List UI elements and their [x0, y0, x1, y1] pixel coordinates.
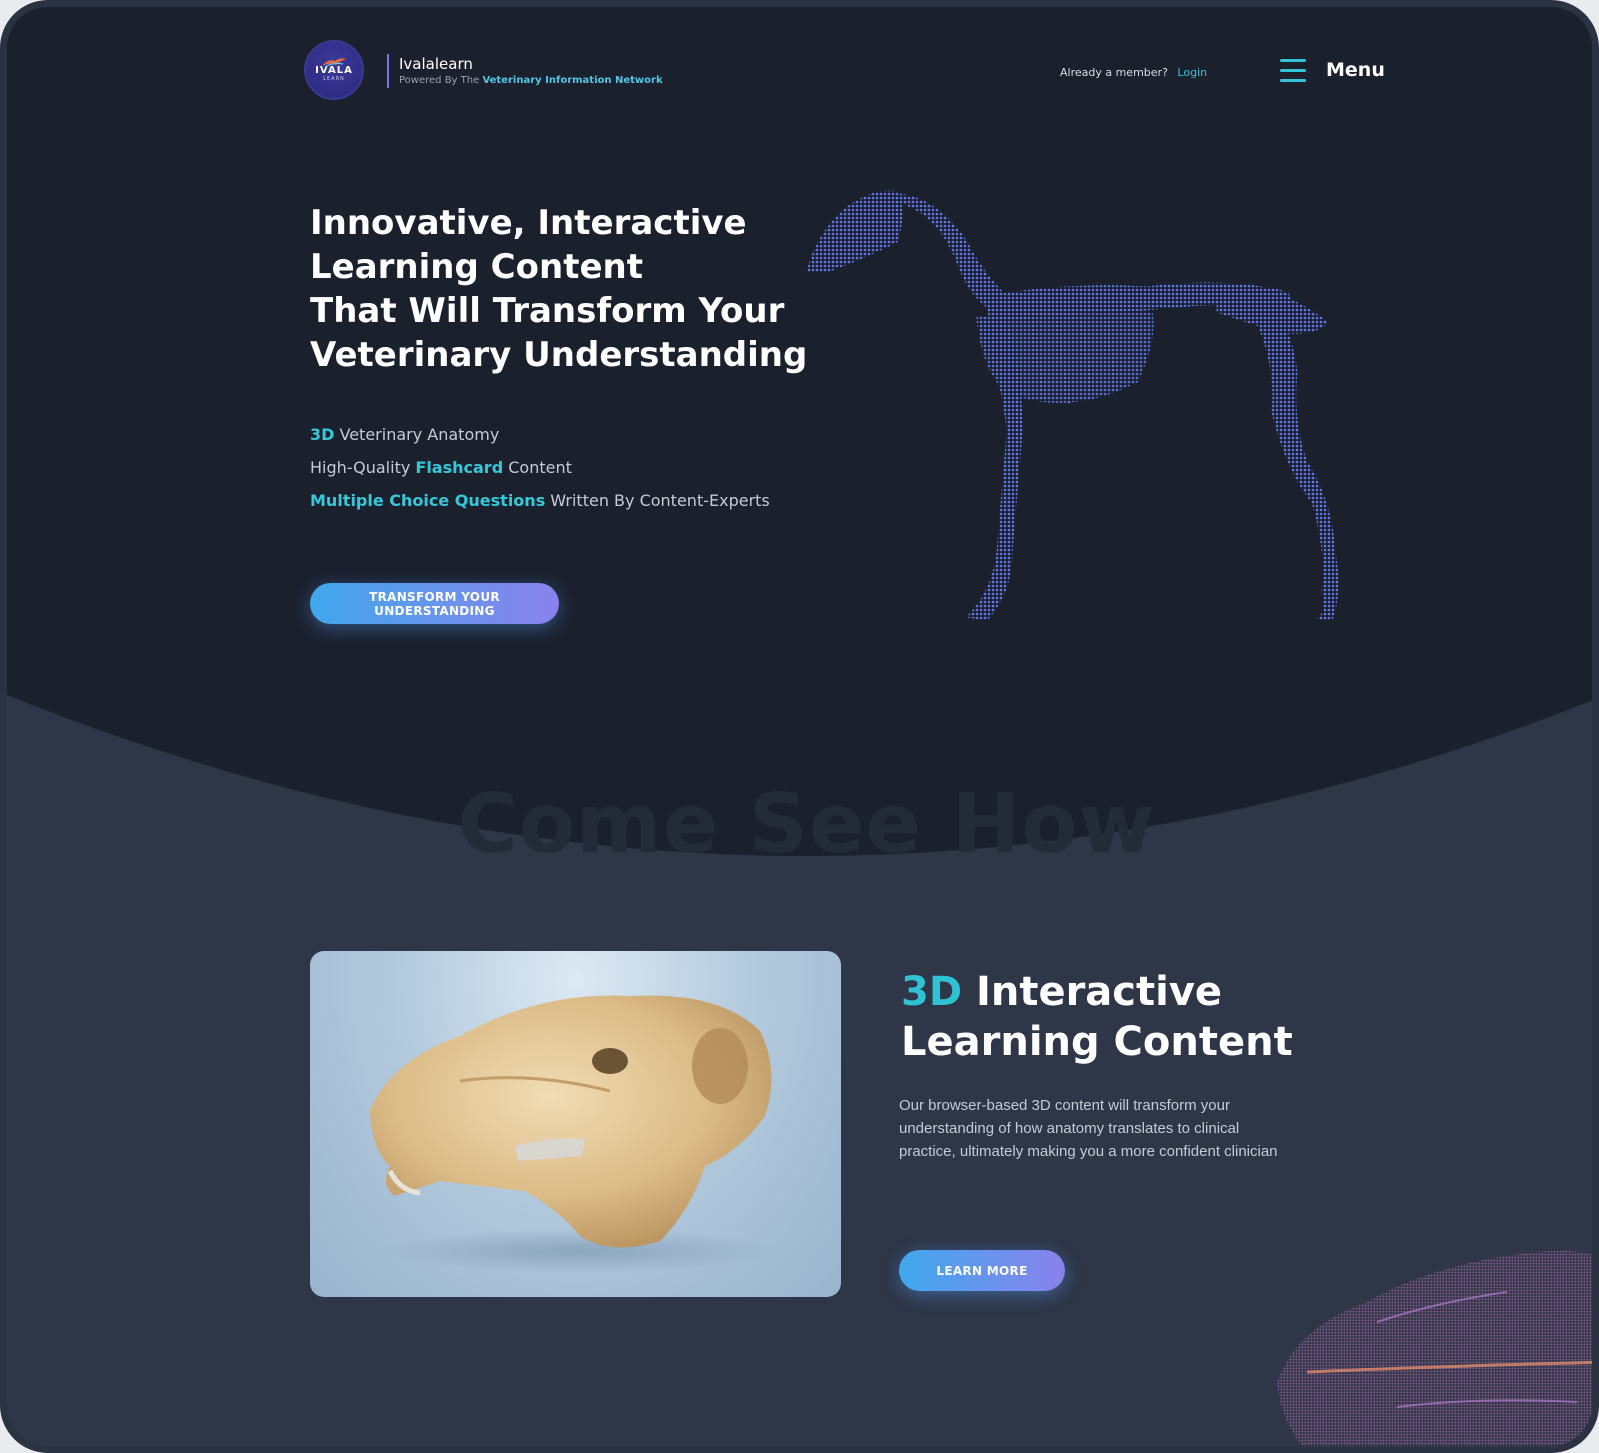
section-title: 3D Interactive Learning Content [901, 967, 1293, 1067]
feature-text: Written By Content-Experts [545, 491, 770, 510]
ghost-heading: Come See How [457, 777, 1156, 857]
feature-flashcards: High-Quality Flashcard Content [310, 458, 572, 477]
hero-title-line: Learning Content [310, 247, 643, 287]
horse-skeleton-illustration [807, 172, 1367, 642]
member-prompt: Already a member? Login [1060, 66, 1207, 79]
learn-more-button[interactable]: LEARN MORE [899, 1250, 1065, 1291]
feature-highlight: 3D [310, 425, 335, 444]
hero-title-line: That Will Transform Your [310, 291, 785, 331]
feature-highlight: Multiple Choice Questions [310, 491, 546, 510]
section-description: Our browser-based 3D content will transf… [899, 1097, 1278, 1160]
hero-title: Innovative, Interactive Learning Content… [310, 201, 830, 377]
member-text: Already a member? [1060, 66, 1168, 79]
skull-model-image[interactable] [310, 951, 841, 1297]
section-title-accent: 3D [901, 969, 963, 1015]
logo-subword: LEARN [323, 75, 345, 82]
skull-illustration [370, 995, 780, 1273]
brand-divider [387, 54, 389, 88]
hamburger-icon[interactable] [1280, 59, 1306, 83]
feature-highlight: Flashcard [415, 458, 504, 477]
section-title-line2: Learning Content [901, 1019, 1293, 1065]
page-frame: Come See How IVALA LEARN Ivalalearn Powe… [0, 0, 1599, 1453]
login-link[interactable]: Login [1177, 66, 1207, 79]
feature-text: Content [503, 458, 572, 477]
hero-title-line: Innovative, Interactive [310, 203, 747, 243]
network-link[interactable]: Veterinary Information Network [482, 75, 662, 86]
logo-mark-icon [322, 58, 346, 68]
feature-text: Veterinary Anatomy [334, 425, 500, 444]
brand-name: Ivalalearn [399, 55, 473, 73]
menu-button[interactable]: Menu [1326, 59, 1385, 81]
section-title-rest: Interactive [962, 969, 1223, 1015]
powered-prefix: Powered By The [399, 75, 480, 86]
brand-logo[interactable]: IVALA LEARN [304, 40, 364, 100]
feature-3d-anatomy: 3D Veterinary Anatomy [310, 425, 499, 444]
feature-pre: High-Quality [310, 458, 416, 477]
brain-dotted-illustration [1277, 1250, 1592, 1446]
feature-mcq: Multiple Choice Questions Written By Con… [310, 491, 770, 510]
hero-title-line: Veterinary Understanding [310, 335, 808, 375]
transform-cta-button[interactable]: TRANSFORM YOUR UNDERSTANDING [310, 583, 559, 624]
brand-powered-by: Powered By The Veterinary Information Ne… [399, 75, 663, 86]
